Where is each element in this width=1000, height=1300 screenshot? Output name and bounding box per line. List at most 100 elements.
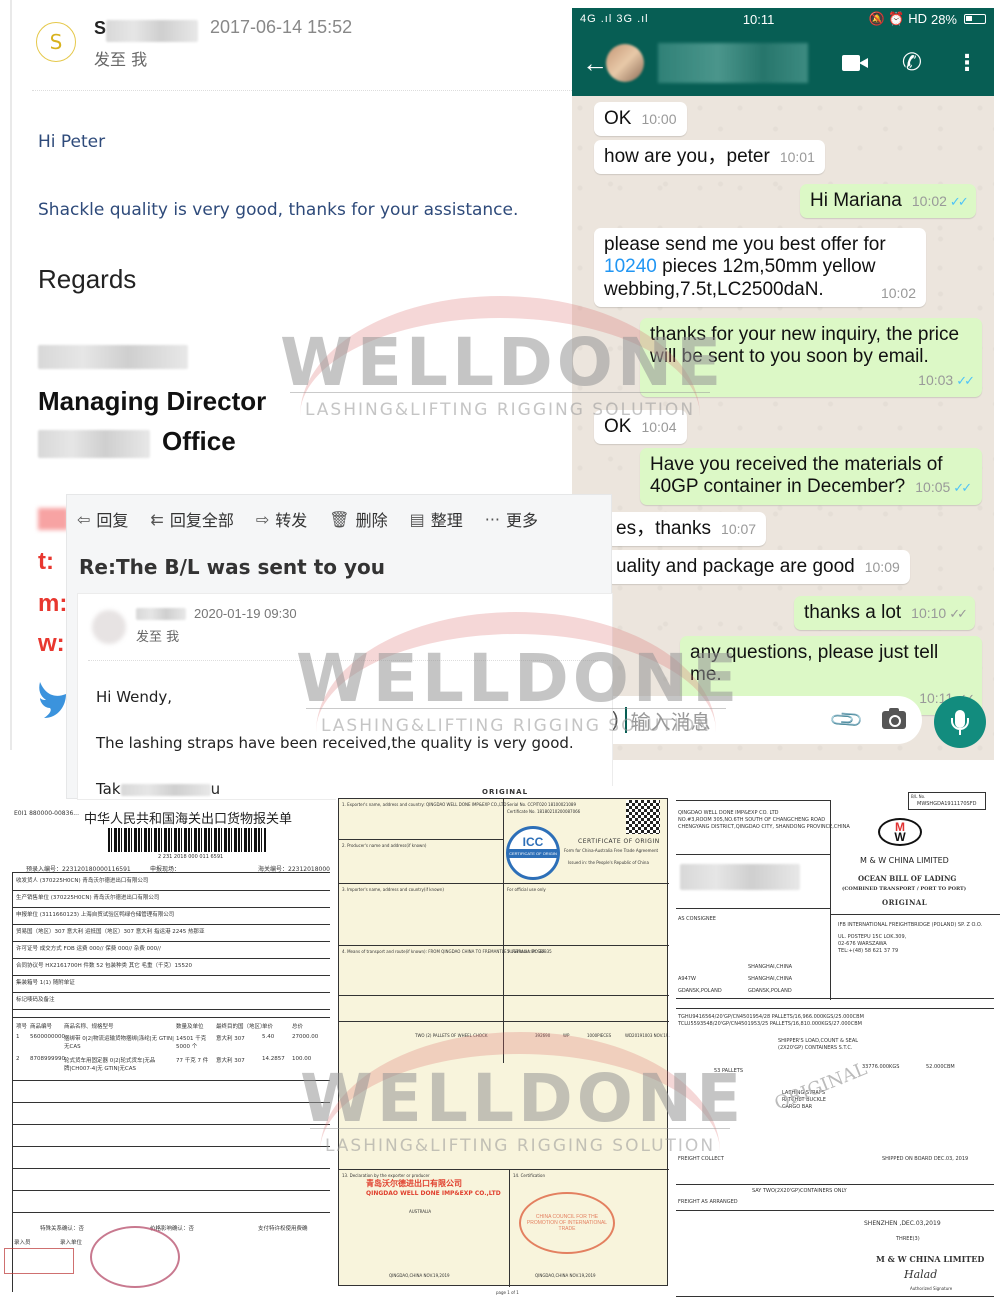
contact-name-redacted[interactable] — [658, 43, 808, 83]
message-bubble[interactable]: Hi Mariana 10:02 ✓✓ — [800, 184, 976, 219]
organize-button[interactable]: ▤ 整理 — [410, 507, 463, 531]
barcode — [108, 828, 266, 852]
delivered-receipt-icon: ✓✓ — [949, 606, 968, 621]
text-cursor — [624, 707, 627, 733]
exporter-field: 1. Exporter's name, address and country:… — [342, 802, 507, 807]
message-bubble[interactable]: OK 10:00 — [594, 102, 687, 137]
stc-line-1: SHIPPER'S LOAD,COUNT & SEAL — [778, 1038, 859, 1044]
delivery-agent: IFB INTERNATIONAL FREIGHTBRIDGE (POLAND)… — [838, 922, 983, 928]
declaration-row: 贸易国（地区）307 意大利 运抵国（地区）307 意大利 指运港 2245 热… — [16, 929, 205, 935]
table-border — [12, 924, 330, 925]
voice-call-icon[interactable]: ✆ — [902, 51, 922, 75]
video-call-icon[interactable] — [841, 55, 868, 71]
place-of-delivery: GDANSK,POLAND — [748, 988, 792, 994]
attach-paperclip-icon[interactable]: 📎 — [827, 701, 865, 739]
message-text: will be sent to you soon by email. — [650, 346, 929, 368]
delete-button[interactable]: 🗑 删除 — [329, 507, 387, 531]
table-border — [12, 1168, 330, 1169]
voice-record-button[interactable] — [934, 696, 986, 748]
remarks-field: 5. Remarks: PO 36335 — [507, 949, 552, 954]
carrier-name: M & W CHINA LIMITED — [860, 856, 949, 865]
read-receipt-icon: ✓✓ — [953, 480, 972, 496]
message-bubble[interactable]: Have you received the materials of 40GP … — [640, 448, 982, 505]
back-arrow-icon[interactable]: ← — [582, 48, 608, 79]
more-options-icon[interactable]: ⋮ — [956, 52, 978, 74]
freight-terms: FREIGHT COLLECT — [678, 1156, 724, 1162]
sender-avatar[interactable] — [92, 610, 126, 644]
reply-button[interactable]: ⇦ 回复 — [77, 507, 128, 531]
footer-cell: 特殊关系确认：否 — [40, 1226, 85, 1232]
declaration-row: 许可证号 成交方式 FOB 运费 000// 保费 000// 杂费 000// — [16, 946, 161, 952]
message-text: OK — [604, 416, 632, 437]
header-actions: ✆ ⋮ — [841, 51, 984, 75]
message-bubble[interactable]: how are you，peter 10:01 — [594, 140, 825, 175]
message-bubble[interactable]: please send me you best offer for 10240 … — [594, 228, 926, 308]
table-border — [12, 958, 330, 959]
message-bubble[interactable]: thanks a lot 10:10 ✓✓ — [794, 596, 976, 631]
message-time: 10:01 — [779, 149, 815, 165]
forward-button[interactable]: ⇨ 转发 — [256, 507, 307, 531]
message-bubble[interactable]: OK 10:04 — [594, 410, 687, 445]
issued-in: Issued in: the People's Republic of Chin… — [568, 860, 649, 865]
contact-avatar[interactable] — [606, 44, 644, 82]
message-text: any questions, please just tell me. — [690, 642, 939, 686]
sender-name[interactable]: S — [94, 18, 106, 39]
table-border — [12, 907, 330, 908]
items-header-cell: 商品名称、规格型号 — [64, 1024, 114, 1030]
certification-title: 14. Certification — [513, 1173, 546, 1178]
contact-label-telephone: t: — [38, 548, 54, 575]
authorized-signature-label: Authorized Signature — [910, 1286, 953, 1291]
signature-text-end: u — [210, 780, 221, 798]
certificate-sheet: 1. Exporter's name, address and country:… — [338, 798, 670, 1287]
reply-all-button[interactable]: ⇇ 回复全部 — [150, 507, 233, 531]
origin-criterion: WP — [563, 1033, 570, 1038]
message-time: 10:00 — [641, 111, 677, 127]
emoji-button-partial[interactable]: ) — [612, 709, 619, 732]
message-time: 10:09 — [864, 559, 900, 575]
importer-field: 3. Importer's name, address and country(… — [342, 887, 444, 892]
message-bubble[interactable]: thanks for your new inquiry, the price w… — [640, 318, 982, 398]
message-input-placeholder[interactable]: 输入消息 — [631, 706, 711, 735]
camera-icon[interactable] — [882, 708, 906, 729]
recipient-label: 发至 我 — [136, 630, 180, 645]
items-cell: 捆绑带 0|2|物流运输货物捆绑|涤纶|无 GTIN|无CAS — [64, 1036, 174, 1050]
freight-arranged: FREIGHT AS ARRANGED — [678, 1199, 738, 1205]
message-input[interactable]: ) 输入消息 📎 — [572, 696, 922, 744]
table-border — [12, 1009, 330, 1010]
footer-cell: 支付特许权使用费确 — [258, 1226, 308, 1232]
phone-number-link[interactable]: 10240 — [604, 256, 657, 277]
message-bubble[interactable]: uality and package are good 10:09 — [606, 550, 910, 585]
items-header-cell: 最终目的国（地区） — [216, 1024, 266, 1030]
sender-name-redacted[interactable] — [136, 608, 186, 620]
sender-avatar[interactable]: S — [36, 22, 76, 62]
signal-icon: 4G .ıl 3G .ıl — [580, 13, 649, 25]
table-border — [12, 872, 13, 1292]
message-text: uality and package are good — [616, 556, 855, 577]
icc-label: ICC — [522, 835, 544, 849]
invoice: WD20191003 NOV.19.2019 — [625, 1033, 670, 1038]
message-text: webbing,7.5t,LC2500daN. — [604, 278, 824, 300]
twitter-bird-icon[interactable] — [36, 672, 70, 722]
table-border — [12, 1212, 330, 1213]
delete-label: 删除 — [355, 511, 388, 530]
email-date: 2020-01-19 09:30 — [194, 606, 297, 621]
number-of-originals: THREE(3) — [896, 1236, 920, 1242]
notify-party: AS CONSIGNEE — [678, 916, 716, 922]
message-text: thanks a lot — [804, 602, 902, 623]
place-of-receipt: SHANGHAI,CHINA — [748, 964, 793, 970]
items-header-cell: 项号 — [16, 1024, 28, 1030]
reply-icon: ⇦ — [77, 509, 91, 529]
items-header-cell: 总价 — [292, 1024, 304, 1030]
shipper-address-1: NO.#3,ROOM 305,NO.6TH SOUTH OF CHANGCHEN… — [678, 817, 826, 823]
status-icons: 🔕 ⏰ HD 28% — [869, 11, 986, 27]
message-bubble[interactable]: es，thanks 10:07 — [606, 512, 767, 547]
chat-header: ← ✆ ⋮ — [572, 30, 994, 96]
shipper-name: QINGDAO WELL DONE IMP&EXP CO. LTD — [678, 810, 779, 816]
qr-code — [626, 800, 660, 834]
certificate-title: CERTIFICATE OF ORIGIN — [578, 838, 660, 845]
message-time: 10:02 — [880, 284, 916, 301]
table-border — [830, 914, 1000, 915]
more-button[interactable]: ··· 更多 — [485, 507, 538, 531]
shipped-on-board: SHIPPED ON BOARD DEC.03, 2019 — [882, 1156, 969, 1162]
quantity: 1000PIECES — [587, 1033, 612, 1038]
